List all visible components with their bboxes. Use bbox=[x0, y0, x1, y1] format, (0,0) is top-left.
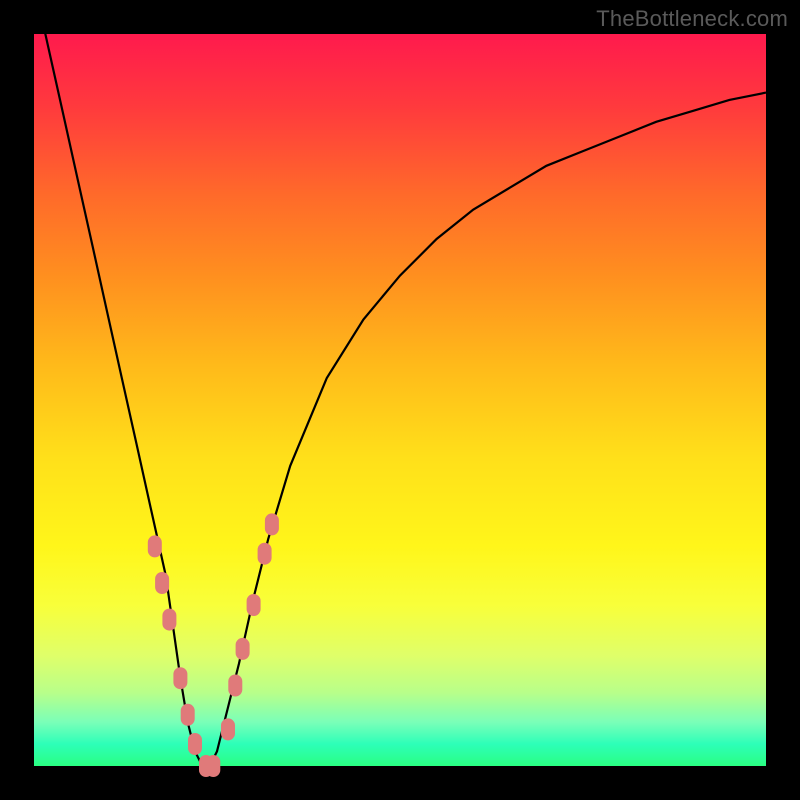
curve-line bbox=[34, 0, 766, 766]
curve-marker bbox=[148, 535, 162, 557]
curve-marker bbox=[155, 572, 169, 594]
curve-marker bbox=[181, 704, 195, 726]
curve-marker bbox=[258, 543, 272, 565]
curve-marker bbox=[228, 675, 242, 697]
curve-marker bbox=[188, 733, 202, 755]
curve-marker bbox=[173, 667, 187, 689]
curve-markers bbox=[148, 513, 279, 777]
curve-marker bbox=[236, 638, 250, 660]
curve-marker bbox=[247, 594, 261, 616]
curve-marker bbox=[206, 755, 220, 777]
plot-area bbox=[34, 34, 766, 766]
bottleneck-curve bbox=[34, 34, 766, 766]
curve-marker bbox=[221, 718, 235, 740]
watermark-text: TheBottleneck.com bbox=[596, 6, 788, 32]
chart-frame: TheBottleneck.com bbox=[0, 0, 800, 800]
curve-marker bbox=[265, 513, 279, 535]
curve-marker bbox=[162, 609, 176, 631]
